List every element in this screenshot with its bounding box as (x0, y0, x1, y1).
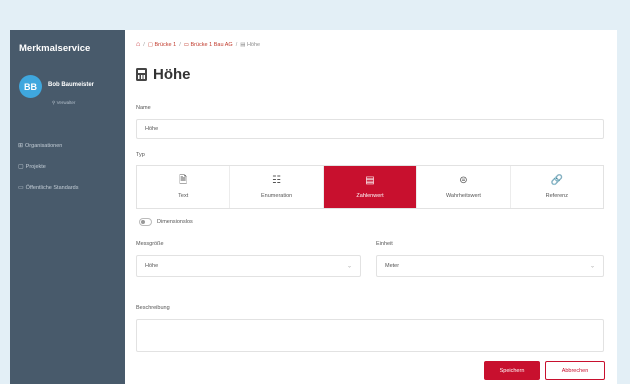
breadcrumb-item[interactable]: ▭ Brücke 1 Bau AG (184, 42, 233, 48)
quantity-select[interactable]: Höhe ⌄ (136, 255, 361, 277)
unit-select[interactable]: Meter ⌄ (376, 255, 604, 277)
sidebar-item-oeffentliche-standards[interactable]: ▭ Öffentliche Standards (18, 184, 79, 192)
chevron-down-icon: ⌄ (589, 263, 595, 270)
unit-select-value: Meter (385, 263, 400, 269)
list-icon: ☷ (272, 174, 282, 186)
calendar-icon: ▭ (183, 41, 189, 48)
breadcrumb-label: Brücke 1 (154, 41, 177, 48)
cancel-button[interactable]: Abbrechen (545, 361, 605, 380)
folder-icon: ▢ (147, 41, 153, 48)
calendar-icon: ▭ (18, 185, 24, 191)
organization-icon: ⊞ (18, 143, 24, 149)
type-option-wahrheitswert[interactable]: ⊜ Wahrheitswert (417, 166, 511, 208)
breadcrumb-current: ▤ Höhe (240, 42, 260, 48)
app-title[interactable]: Merkmalservice (19, 43, 90, 54)
type-option-text[interactable]: 🗎 Text (137, 166, 231, 208)
user-role-label: Verwalter (56, 100, 76, 105)
avatar[interactable]: BB (19, 75, 42, 98)
folder-icon: ▢ (18, 164, 24, 170)
breadcrumb-separator: / (235, 41, 238, 48)
type-option-label: Text (178, 192, 189, 199)
type-option-zahlenwert[interactable]: ▤ Zahlenwert (323, 166, 418, 208)
sidebar-item-label: Projekte (25, 163, 46, 170)
dimensionless-label: Dimensionslos (157, 219, 193, 225)
page-title-text: Höhe (153, 66, 191, 83)
number-icon (136, 68, 147, 81)
sidebar-item-projekte[interactable]: ▢ Projekte (18, 163, 46, 171)
name-field-value: Höhe (145, 126, 159, 132)
quantity-select-value: Höhe (145, 263, 159, 269)
type-option-label: Enumeration (261, 192, 293, 199)
breadcrumb-item[interactable]: ▢ Brücke 1 (148, 42, 176, 48)
sidebar-item-label: Öffentliche Standards (25, 184, 79, 191)
breadcrumb-separator: / (179, 41, 181, 48)
description-field[interactable] (136, 319, 604, 352)
user-icon: ⚲ (52, 100, 56, 105)
sidebar: Merkmalservice BB Bob Baumeister ⚲ Verwa… (10, 30, 125, 384)
type-label: Typ (136, 152, 145, 158)
number-icon: ▤ (240, 41, 246, 48)
name-label: Name (136, 105, 151, 111)
user-name[interactable]: Bob Baumeister (48, 82, 94, 88)
unit-label: Einheit (376, 241, 393, 247)
type-option-label: Wahrheitswert (445, 192, 481, 199)
dimensionless-toggle[interactable] (139, 218, 152, 226)
breadcrumb-label: Brücke 1 Bau AG (190, 41, 233, 48)
description-label: Beschreibung (136, 305, 170, 311)
breadcrumb-separator: / (143, 41, 145, 48)
chevron-down-icon: ⌄ (346, 263, 352, 270)
user-role: ⚲ Verwalter (52, 100, 75, 106)
home-icon[interactable]: ⌂ (136, 41, 140, 48)
type-option-enumeration[interactable]: ☷ Enumeration (230, 166, 324, 208)
number-icon: ▤ (365, 174, 375, 186)
text-icon: 🗎 (179, 174, 188, 186)
main-panel: ⌂ / ▢ Brücke 1 / ▭ Brücke 1 Bau AG / ▤ H… (125, 30, 617, 384)
link-icon: 🔗 (550, 174, 564, 186)
save-button[interactable]: Speichern (484, 361, 540, 380)
toggle-icon: ⊜ (459, 174, 468, 186)
quantity-label: Messgröße (136, 241, 164, 247)
name-field[interactable]: Höhe (136, 119, 604, 139)
sidebar-item-label: Organisationen (25, 142, 63, 149)
breadcrumb-label: Höhe (246, 41, 261, 48)
page-title: Höhe (136, 66, 191, 83)
type-selector: 🗎 Text ☷ Enumeration ▤ Zahlenwert ⊜ Wahr… (136, 165, 604, 209)
type-option-label: Zahlenwert (356, 192, 384, 199)
type-option-referenz[interactable]: 🔗 Referenz (510, 166, 604, 208)
breadcrumb: ⌂ / ▢ Brücke 1 / ▭ Brücke 1 Bau AG / ▤ H… (136, 41, 260, 48)
sidebar-item-organisationen[interactable]: ⊞ Organisationen (18, 142, 63, 150)
dimensionless-toggle-row: Dimensionslos (139, 218, 193, 226)
type-option-label: Referenz (545, 192, 568, 199)
